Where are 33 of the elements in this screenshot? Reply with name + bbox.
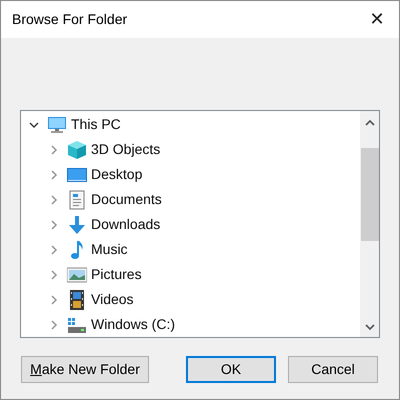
expand-chevron-icon[interactable]	[49, 320, 59, 330]
folder-label[interactable]: Windows (C:)	[91, 314, 176, 335]
scroll-down-icon[interactable]	[364, 323, 374, 331]
folder-label[interactable]: Downloads	[91, 214, 160, 235]
expand-chevron-icon[interactable]	[49, 294, 59, 304]
folder-label[interactable]: 3D Objects	[91, 139, 160, 160]
close-button[interactable]: ✕	[355, 1, 399, 38]
folder-label[interactable]: Videos	[91, 289, 134, 310]
film-icon	[67, 290, 87, 310]
scrollbar[interactable]	[360, 111, 379, 337]
scroll-up-icon[interactable]	[364, 119, 374, 127]
expand-chevron-icon[interactable]	[49, 270, 59, 280]
folder-label[interactable]: Pictures	[91, 264, 142, 285]
expand-chevron-icon[interactable]	[49, 144, 59, 154]
down-arrow-icon	[67, 214, 87, 234]
dialog-button[interactable]: Make New Folder	[21, 356, 149, 383]
document-icon	[67, 190, 87, 210]
cube-icon	[67, 140, 87, 160]
expand-chevron-icon[interactable]	[49, 220, 59, 230]
expand-chevron-icon[interactable]	[49, 170, 59, 180]
computer-icon	[47, 114, 67, 134]
folder-label[interactable]: Music	[91, 239, 128, 260]
expand-chevron-icon[interactable]	[49, 194, 59, 204]
collapse-chevron-icon[interactable]	[29, 120, 39, 130]
expand-chevron-icon[interactable]	[49, 244, 59, 254]
folder-label[interactable]: Desktop	[91, 164, 142, 185]
window-title: Browse For Folder	[12, 10, 128, 29]
dialog-button[interactable]: Cancel	[288, 356, 378, 383]
scrollbar-thumb[interactable]	[360, 148, 378, 241]
folder-label[interactable]: This PC	[71, 114, 121, 135]
folder-label[interactable]: Documents	[91, 189, 162, 210]
default-button[interactable]: OK	[186, 356, 276, 383]
picture-icon	[67, 264, 87, 284]
